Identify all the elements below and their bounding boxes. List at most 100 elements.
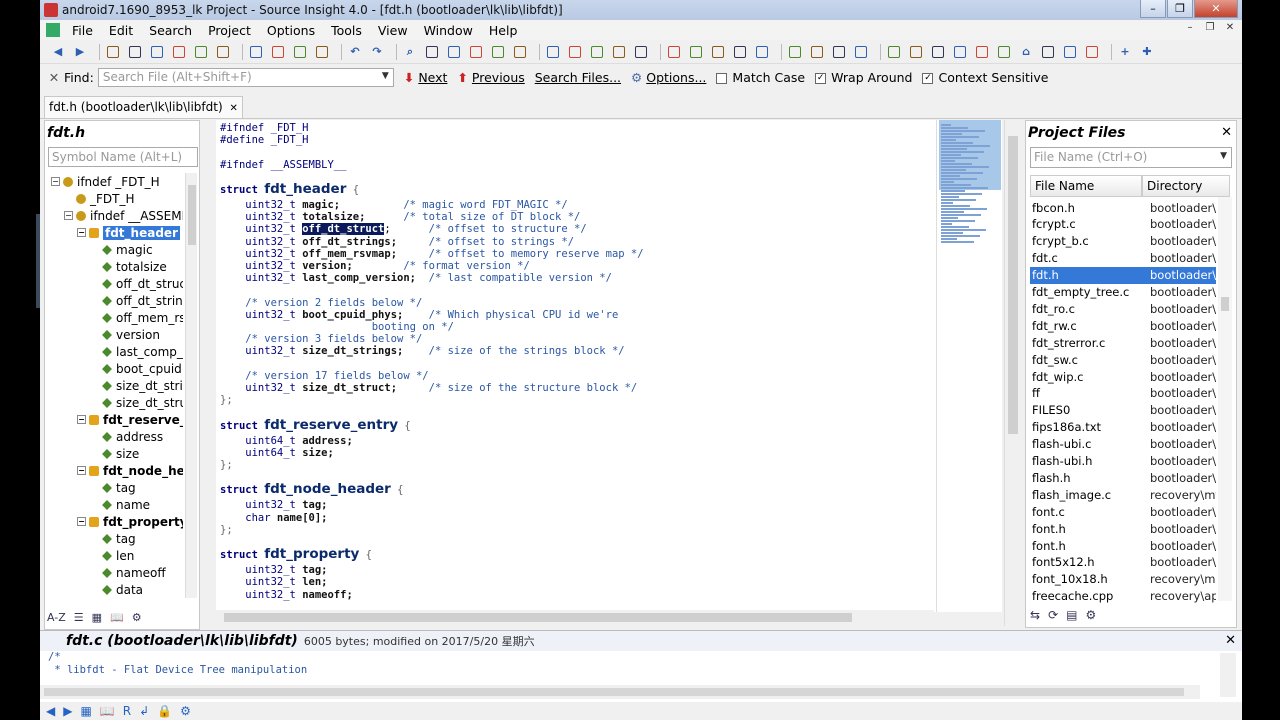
search-files-button[interactable]: Search Files... xyxy=(535,70,621,85)
project-file-row[interactable]: flash-ubi.c bootloader\ xyxy=(1030,436,1216,453)
maximize-button[interactable]: ❐ xyxy=(1167,0,1193,18)
project-scrollbar[interactable] xyxy=(1218,197,1232,601)
search-files-icon[interactable] xyxy=(424,44,440,60)
symbol-item[interactable]: tag xyxy=(90,530,136,547)
file-tab-fdt-h[interactable]: fdt.h (bootloader\lk\lib\libfdt) ✕ xyxy=(44,96,243,118)
menu-edit[interactable]: Edit xyxy=(101,23,141,38)
project-file-row[interactable]: ff bootloader\ xyxy=(1030,385,1216,402)
home-icon[interactable]: ⌂ xyxy=(1018,44,1034,60)
symbol-footer-button[interactable]: ▦ xyxy=(92,611,102,624)
symbol-item[interactable]: boot_cpuid xyxy=(90,360,182,377)
close-window-button[interactable]: ✕ xyxy=(1194,0,1238,18)
bookmark-prev-icon[interactable] xyxy=(589,44,605,60)
bottom-toolbar-button[interactable]: ▶ xyxy=(63,704,72,718)
find-close-icon[interactable]: ✕ xyxy=(44,70,64,85)
project-file-row[interactable]: font5x12.h bootloader\ xyxy=(1030,554,1216,571)
delete-icon[interactable] xyxy=(314,44,330,60)
collapse-icon[interactable]: − xyxy=(51,177,60,186)
next-icon[interactable] xyxy=(446,44,462,60)
menu-file[interactable]: File xyxy=(64,23,101,38)
symbol-item[interactable]: off_dt_struc xyxy=(90,275,183,292)
project-file-row[interactable]: fdt_ro.c bootloader\ xyxy=(1030,300,1216,317)
symbol-item[interactable]: size xyxy=(90,445,139,462)
project-file-row[interactable]: flash.h bootloader\ xyxy=(1030,469,1216,486)
column-header-file-name[interactable]: File Name xyxy=(1030,175,1142,197)
symbol-item[interactable]: tag xyxy=(90,479,136,496)
undo-icon[interactable]: ↶ xyxy=(347,44,363,60)
browse-icon[interactable] xyxy=(666,44,682,60)
project-file-row[interactable]: fdt_rw.c bootloader\ xyxy=(1030,317,1216,334)
symbol-item[interactable]: totalsize xyxy=(90,258,167,275)
bottom-toolbar-button[interactable]: 🔒 xyxy=(157,704,172,718)
wrap-around-checkbox[interactable]: ✓ Wrap Around xyxy=(815,70,912,85)
minimize-button[interactable]: – xyxy=(1140,0,1166,18)
open-folder-icon[interactable] xyxy=(127,44,143,60)
symbol-item[interactable]: − fdt_property xyxy=(77,513,183,530)
search-icon[interactable]: ⌕ xyxy=(402,44,418,60)
graph-icon[interactable] xyxy=(1062,44,1078,60)
project-close-icon[interactable]: ✕ xyxy=(1221,125,1232,140)
editor-vertical-scrollbar[interactable] xyxy=(1004,120,1020,626)
grid-icon[interactable] xyxy=(1084,44,1100,60)
project-file-row[interactable]: font_10x18.h recovery\mi xyxy=(1030,571,1216,588)
mdi-close-button[interactable]: ✕ xyxy=(1222,22,1238,37)
replace-icon[interactable] xyxy=(490,44,506,60)
menu-project[interactable]: Project xyxy=(200,23,259,38)
project-file-row[interactable]: freecache.cpp recovery\ap xyxy=(1030,588,1216,605)
project-file-row[interactable]: fdt.c bootloader\ xyxy=(1030,250,1216,267)
code-editor[interactable]: #ifndef _FDT_H #define _FDT_H #ifndef __AS… xyxy=(216,120,936,612)
project-file-row[interactable]: fcrypt_b.c bootloader\ xyxy=(1030,233,1216,250)
project-file-row[interactable]: fdt_empty_tree.c bootloader\ xyxy=(1030,284,1216,301)
symbol-item[interactable]: − fdt_reserve_e xyxy=(77,411,183,428)
symbol-item[interactable]: nameoff xyxy=(90,564,166,581)
symbol-scrollbar[interactable] xyxy=(185,173,197,598)
bottom-toolbar-button[interactable]: ⚙ xyxy=(180,704,191,718)
context-horizontal-scrollbar[interactable] xyxy=(40,685,1200,699)
plus-icon[interactable]: + xyxy=(1117,44,1133,60)
panel-right-icon[interactable] xyxy=(831,44,847,60)
bookmark-icon[interactable] xyxy=(545,44,561,60)
menu-tools[interactable]: Tools xyxy=(323,23,370,38)
symbol-item[interactable]: _FDT_H xyxy=(64,190,135,207)
find-options-button[interactable]: ⚙ Options... xyxy=(631,70,706,85)
relation-icon[interactable] xyxy=(908,44,924,60)
symbol-item[interactable]: − ifndef __ASSEMB xyxy=(64,207,183,224)
symbol-item[interactable]: − fdt_node_hea xyxy=(77,462,183,479)
collapse-icon[interactable]: − xyxy=(77,466,86,475)
symbol-search-input[interactable]: Symbol Name (Alt+L) xyxy=(48,147,198,167)
editor-horizontal-scrollbar[interactable] xyxy=(202,610,934,625)
goto-line-icon[interactable] xyxy=(611,44,627,60)
project-footer-button[interactable]: ▤ xyxy=(1066,608,1077,622)
bottom-toolbar-button[interactable]: 📖 xyxy=(100,704,115,718)
save-icon[interactable] xyxy=(149,44,165,60)
collapse-icon[interactable]: − xyxy=(77,415,86,424)
project-file-row[interactable]: fdt_wip.c bootloader\ xyxy=(1030,368,1216,385)
bird-icon[interactable] xyxy=(1040,44,1056,60)
symbol-item[interactable]: off_mem_rs xyxy=(90,309,183,326)
menu-options[interactable]: Options xyxy=(259,23,323,38)
symbol-item[interactable]: size_dt_stru xyxy=(90,394,183,411)
find-input[interactable]: Search File (Alt+Shift+F) ▼ xyxy=(97,67,394,87)
book-icon[interactable] xyxy=(710,44,726,60)
file-name-input[interactable]: File Name (Ctrl+O) ▼ xyxy=(1030,147,1232,168)
file-icon[interactable] xyxy=(952,44,968,60)
project-file-row[interactable]: fdt.h bootloader\ xyxy=(1030,266,1216,284)
reference-icon[interactable] xyxy=(754,44,770,60)
project-file-row[interactable]: fdt_sw.c bootloader\ xyxy=(1030,351,1216,368)
project-footer-button[interactable]: ⚙ xyxy=(1085,608,1096,622)
project-file-row[interactable]: font.h bootloader\ xyxy=(1030,520,1216,537)
project-file-row[interactable]: font.c bootloader\ xyxy=(1030,503,1216,520)
new-file-icon[interactable] xyxy=(105,44,121,60)
copy-icon[interactable] xyxy=(270,44,286,60)
mdi-restore-button[interactable]: ❐ xyxy=(1202,22,1218,37)
print-icon[interactable] xyxy=(215,44,231,60)
menu-help[interactable]: Help xyxy=(481,23,526,38)
settings-icon[interactable] xyxy=(974,44,990,60)
back-arrow-icon[interactable]: ◀ xyxy=(50,44,66,60)
chevron-down-icon[interactable]: ▼ xyxy=(382,71,389,81)
add-icon[interactable]: ✚ xyxy=(1139,44,1155,60)
symbol-item[interactable]: version xyxy=(90,326,160,343)
window-icon[interactable] xyxy=(512,44,528,60)
project-file-row[interactable]: fips186a.txt bootloader\ xyxy=(1030,419,1216,436)
paste-icon[interactable] xyxy=(292,44,308,60)
